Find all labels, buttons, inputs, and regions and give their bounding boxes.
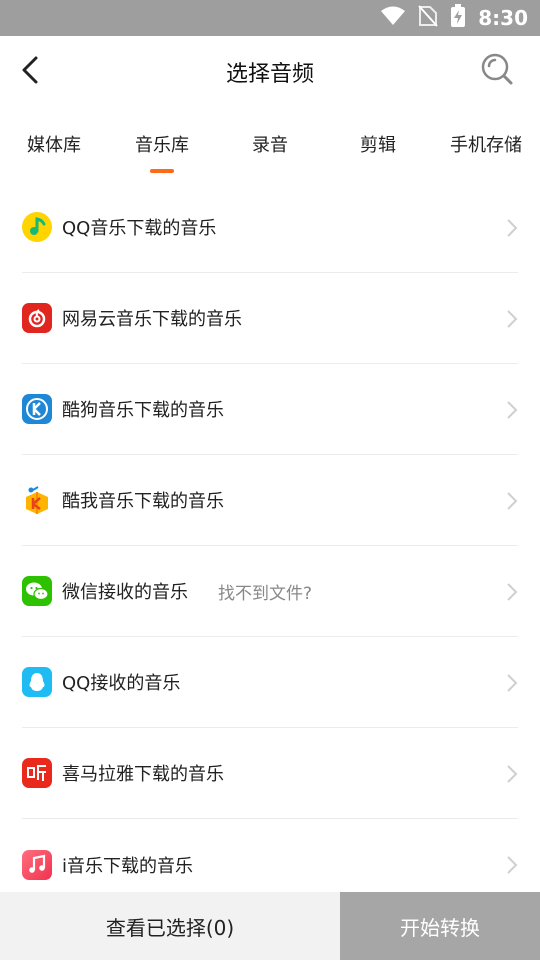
tab-label: 手机存储	[450, 135, 522, 156]
netease-music-icon	[22, 303, 52, 333]
wechat-icon	[22, 576, 52, 606]
item-label: QQ音乐下载的音乐	[62, 218, 217, 239]
item-label: 酷我音乐下载的音乐	[62, 491, 224, 512]
tab-label: 音乐库	[135, 135, 189, 156]
tab-music-library[interactable]: 音乐库	[114, 124, 210, 180]
item-label: 喜马拉雅下载的音乐	[62, 764, 224, 785]
tab-label: 媒体库	[27, 135, 81, 156]
view-selected-button[interactable]: 查看已选择(0)	[0, 892, 340, 960]
start-convert-button[interactable]: 开始转换	[340, 892, 540, 960]
tab-label: 剪辑	[360, 135, 396, 156]
kuwo-icon	[22, 485, 52, 515]
item-label: i音乐下载的音乐	[62, 855, 194, 877]
file-not-found-link[interactable]: 找不到文件?	[218, 579, 312, 604]
ximalaya-icon	[22, 758, 52, 788]
bottom-action-bar: 查看已选择(0) 开始转换	[0, 892, 540, 960]
status-time: 8:30	[478, 6, 528, 30]
qq-icon	[22, 667, 52, 697]
list-item-wechat-music[interactable]: 微信接收的音乐 找不到文件?	[22, 546, 518, 637]
chevron-right-icon	[507, 856, 518, 874]
header: 选择音频	[0, 36, 540, 104]
list-item-netease-music[interactable]: 网易云音乐下载的音乐	[22, 273, 518, 364]
list-item-kugou-music[interactable]: 酷狗音乐下载的音乐	[22, 364, 518, 455]
status-bar: 8:30	[0, 0, 540, 36]
chevron-right-icon	[507, 219, 518, 237]
list-item-kuwo-music[interactable]: 酷我音乐下载的音乐	[22, 455, 518, 546]
page-title: 选择音频	[225, 62, 314, 87]
chevron-right-icon	[507, 401, 518, 419]
chevron-right-icon	[507, 583, 518, 601]
list-item-qq-music[interactable]: QQ音乐下载的音乐	[22, 182, 518, 273]
tab-label: 录音	[252, 135, 288, 156]
search-button[interactable]	[478, 50, 516, 88]
i-music-icon	[22, 849, 52, 880]
search-icon	[481, 53, 513, 85]
tab-bar: 媒体库 音乐库 录音 剪辑 手机存储	[0, 124, 540, 180]
kugou-icon	[22, 394, 52, 424]
tab-phone-storage[interactable]: 手机存储	[438, 124, 534, 180]
list-item-qq-received[interactable]: QQ接收的音乐	[22, 637, 518, 728]
no-sim-icon	[418, 5, 438, 31]
qq-music-icon	[22, 212, 52, 242]
item-label: QQ接收的音乐	[62, 673, 181, 694]
item-label: 酷狗音乐下载的音乐	[62, 400, 224, 421]
chevron-right-icon	[507, 765, 518, 783]
tab-recording[interactable]: 录音	[222, 124, 318, 180]
item-label: 网易云音乐下载的音乐	[62, 309, 242, 330]
battery-charging-icon	[450, 4, 466, 32]
tab-media-library[interactable]: 媒体库	[6, 124, 102, 180]
chevron-right-icon	[507, 674, 518, 692]
chevron-right-icon	[507, 492, 518, 510]
list-item-ximalaya[interactable]: 喜马拉雅下载的音乐	[22, 728, 518, 819]
chevron-right-icon	[507, 310, 518, 328]
active-tab-indicator	[150, 169, 174, 173]
tab-edit[interactable]: 剪辑	[330, 124, 426, 180]
item-label: 微信接收的音乐	[62, 582, 188, 603]
wifi-icon	[380, 6, 406, 30]
music-source-list: QQ音乐下载的音乐 网易云音乐下载的音乐 酷狗音乐下载的音乐 酷我音乐下载的音乐…	[22, 182, 518, 910]
